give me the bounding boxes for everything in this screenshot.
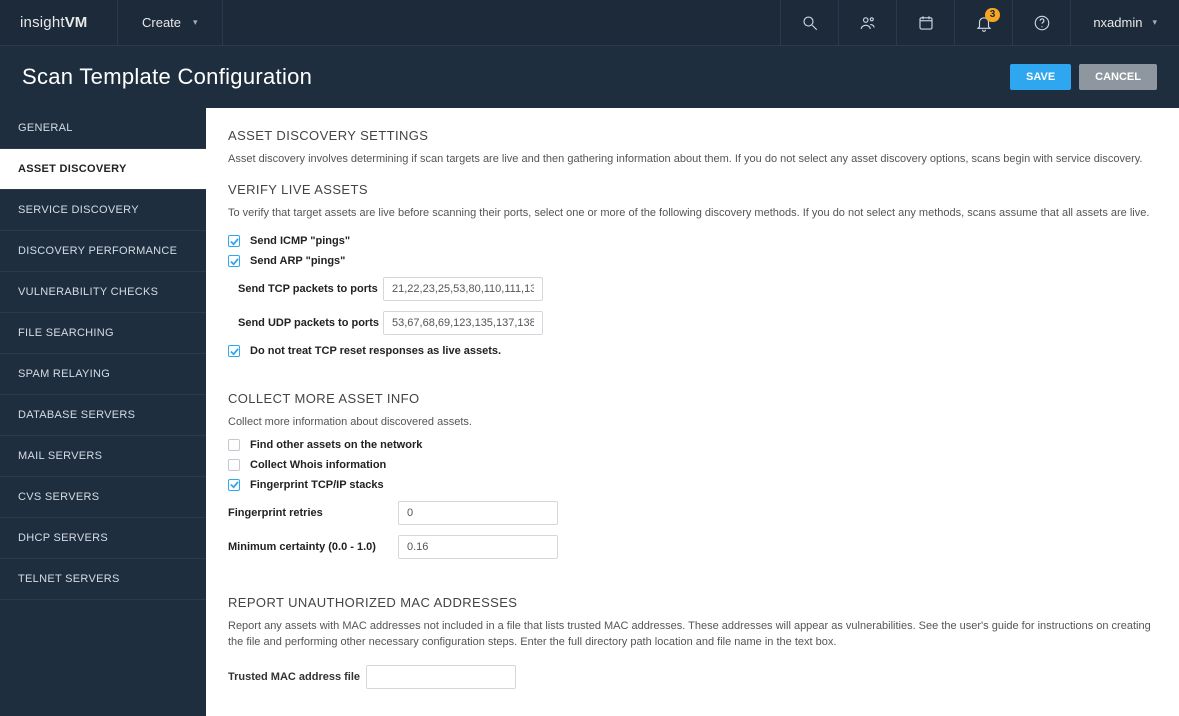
check-icon [230, 237, 239, 246]
sidebar-item-asset-discovery[interactable]: ASSET DISCOVERY [0, 149, 206, 190]
sidebar-item-file-searching[interactable]: FILE SEARCHING [0, 313, 206, 354]
search-button[interactable] [780, 0, 838, 45]
chevron-down-icon: ▾ [1152, 17, 1157, 28]
label-trusted-mac: Trusted MAC address file [228, 671, 360, 683]
people-icon [859, 14, 877, 32]
row-send-icmp: Send ICMP "pings" [228, 235, 1157, 247]
input-trusted-mac[interactable] [366, 665, 516, 689]
sidebar-item-label: SERVICE DISCOVERY [18, 204, 139, 216]
section-asset-discovery-desc: Asset discovery involves determining if … [228, 151, 1157, 168]
brand-insight: insight [20, 14, 65, 31]
label-whois: Collect Whois information [250, 459, 386, 471]
create-label: Create [142, 15, 181, 30]
label-minimum-certainty: Minimum certainty (0.0 - 1.0) [228, 541, 398, 553]
label-send-udp: Send UDP packets to ports [238, 317, 379, 329]
save-button[interactable]: SAVE [1010, 64, 1071, 90]
people-button[interactable] [838, 0, 896, 45]
row-send-arp: Send ARP "pings" [228, 255, 1157, 267]
checkbox-whois[interactable] [228, 459, 240, 471]
topbar: insightVM Create ▾ 3 nxadmin ▾ [0, 0, 1179, 46]
main: ASSET DISCOVERY SETTINGS Asset discovery… [206, 108, 1179, 716]
user-menu[interactable]: nxadmin ▾ [1070, 0, 1179, 45]
page-title: Scan Template Configuration [22, 64, 312, 90]
row-send-udp: Send UDP packets to ports [228, 311, 1157, 335]
check-icon [230, 347, 239, 356]
input-minimum-certainty[interactable] [398, 535, 558, 559]
sidebar-item-label: GENERAL [18, 122, 73, 134]
sidebar-item-label: TELNET SERVERS [18, 573, 120, 585]
row-send-tcp: Send TCP packets to ports [228, 277, 1157, 301]
user-label: nxadmin [1093, 15, 1142, 30]
row-find-other: Find other assets on the network [228, 439, 1157, 451]
label-send-tcp: Send TCP packets to ports [238, 283, 378, 295]
search-icon [801, 14, 819, 32]
section-verify-live-title: VERIFY LIVE ASSETS [228, 182, 1157, 197]
sidebar-item-label: FILE SEARCHING [18, 327, 114, 339]
checkbox-find-other[interactable] [228, 439, 240, 451]
notification-badge: 3 [985, 8, 1001, 22]
sidebar-item-label: DHCP SERVERS [18, 532, 108, 544]
section-mac-title: REPORT UNAUTHORIZED MAC ADDRESSES [228, 595, 1157, 610]
calendar-button[interactable] [896, 0, 954, 45]
sidebar-item-dhcp-servers[interactable]: DHCP SERVERS [0, 518, 206, 559]
row-tcp-reset: Do not treat TCP reset responses as live… [228, 345, 1157, 357]
section-mac-desc: Report any assets with MAC addresses not… [228, 618, 1157, 651]
cancel-button[interactable]: CANCEL [1079, 64, 1157, 90]
section-verify-live-desc: To verify that target assets are live be… [228, 205, 1157, 222]
create-menu[interactable]: Create ▾ [118, 0, 223, 45]
calendar-icon [917, 14, 935, 32]
sidebar-item-general[interactable]: GENERAL [0, 108, 206, 149]
section-collect-desc: Collect more information about discovere… [228, 414, 1157, 431]
sidebar-item-spam-relaying[interactable]: SPAM RELAYING [0, 354, 206, 395]
row-trusted-mac: Trusted MAC address file [228, 665, 1157, 689]
sidebar: GENERAL ASSET DISCOVERY SERVICE DISCOVER… [0, 108, 206, 716]
sidebar-item-label: ASSET DISCOVERY [18, 163, 127, 175]
help-icon [1033, 14, 1051, 32]
sidebar-item-service-discovery[interactable]: SERVICE DISCOVERY [0, 190, 206, 231]
row-retries: Fingerprint retries [228, 501, 1157, 525]
section-asset-discovery-title: ASSET DISCOVERY SETTINGS [228, 128, 1157, 143]
input-fingerprint-retries[interactable] [398, 501, 558, 525]
label-send-arp: Send ARP "pings" [250, 255, 345, 267]
input-tcp-ports[interactable] [383, 277, 543, 301]
brand-logo: insightVM [0, 0, 118, 45]
sidebar-item-label: CVS SERVERS [18, 491, 99, 503]
sidebar-item-label: DISCOVERY PERFORMANCE [18, 245, 177, 257]
sidebar-item-cvs-servers[interactable]: CVS SERVERS [0, 477, 206, 518]
row-whois: Collect Whois information [228, 459, 1157, 471]
label-tcp-reset: Do not treat TCP reset responses as live… [250, 345, 501, 357]
sidebar-item-label: VULNERABILITY CHECKS [18, 286, 158, 298]
check-icon [230, 257, 239, 266]
sidebar-item-label: DATABASE SERVERS [18, 409, 135, 421]
checkbox-send-icmp[interactable] [228, 235, 240, 247]
label-send-icmp: Send ICMP "pings" [250, 235, 350, 247]
chevron-down-icon: ▾ [193, 17, 198, 28]
help-button[interactable] [1012, 0, 1070, 45]
sidebar-item-discovery-performance[interactable]: DISCOVERY PERFORMANCE [0, 231, 206, 272]
sidebar-item-database-servers[interactable]: DATABASE SERVERS [0, 395, 206, 436]
sidebar-item-mail-servers[interactable]: MAIL SERVERS [0, 436, 206, 477]
titlebar: Scan Template Configuration SAVE CANCEL [0, 46, 1179, 108]
label-fingerprint: Fingerprint TCP/IP stacks [250, 479, 384, 491]
notifications-button[interactable]: 3 [954, 0, 1012, 45]
row-fingerprint: Fingerprint TCP/IP stacks [228, 479, 1157, 491]
input-udp-ports[interactable] [383, 311, 543, 335]
checkbox-send-arp[interactable] [228, 255, 240, 267]
label-fingerprint-retries: Fingerprint retries [228, 507, 398, 519]
checkbox-fingerprint[interactable] [228, 479, 240, 491]
checkbox-tcp-reset[interactable] [228, 345, 240, 357]
sidebar-item-vulnerability-checks[interactable]: VULNERABILITY CHECKS [0, 272, 206, 313]
brand-vm: VM [65, 14, 88, 31]
body: GENERAL ASSET DISCOVERY SERVICE DISCOVER… [0, 108, 1179, 716]
sidebar-item-label: MAIL SERVERS [18, 450, 102, 462]
check-icon [230, 480, 239, 489]
section-collect-title: COLLECT MORE ASSET INFO [228, 391, 1157, 406]
row-certainty: Minimum certainty (0.0 - 1.0) [228, 535, 1157, 559]
sidebar-item-telnet-servers[interactable]: TELNET SERVERS [0, 559, 206, 600]
label-find-other: Find other assets on the network [250, 439, 422, 451]
sidebar-item-label: SPAM RELAYING [18, 368, 110, 380]
